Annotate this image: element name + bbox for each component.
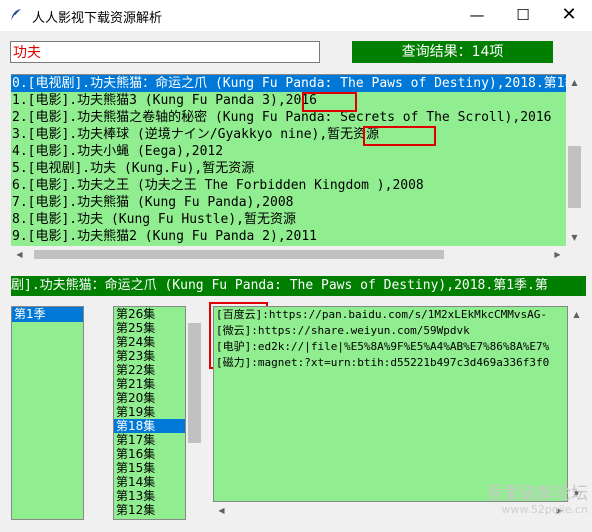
results-list[interactable]: 0.[电视剧].功夫熊猫：命运之爪 (Kung Fu Panda: The Pa… <box>11 74 566 247</box>
scroll-thumb[interactable] <box>568 146 581 208</box>
minimize-button[interactable]: — <box>454 0 500 31</box>
watermark-title: 吾爱破解论坛 <box>486 484 588 504</box>
scroll-thumb[interactable] <box>188 323 201 443</box>
episode-vertical-scrollbar[interactable] <box>186 306 203 520</box>
search-input[interactable] <box>10 41 320 63</box>
list-item[interactable]: 第12集 <box>114 503 185 517</box>
result-count-label: 查询结果：14项 <box>352 41 553 63</box>
list-item[interactable]: 1.[电影].功夫熊猫3 (Kung Fu Panda 3),2016 <box>11 92 566 109</box>
scroll-down-icon[interactable]: ▼ <box>566 229 583 246</box>
scroll-up-icon[interactable]: ▲ <box>566 74 583 91</box>
scroll-thumb[interactable] <box>34 250 444 259</box>
list-item[interactable]: 第14集 <box>114 475 185 489</box>
watermark: 吾爱破解论坛 www.52pojie.cn <box>470 484 588 516</box>
link-weiyun[interactable]: [微云]:https://share.weiyun.com/59Wpdvk <box>214 323 567 339</box>
list-item[interactable]: 9.[电影].功夫熊猫2 (Kung Fu Panda 2),2011 <box>11 228 566 245</box>
no-resource-highlight-box <box>363 126 436 146</box>
links-vertical-scrollbar[interactable]: ▲ ▼ <box>568 306 585 502</box>
scroll-right-icon[interactable]: ▶ <box>549 246 566 263</box>
list-item[interactable]: 第17集 <box>114 433 185 447</box>
list-item[interactable]: 7.[电影].功夫熊猫 (Kung Fu Panda),2008 <box>11 194 566 211</box>
list-item[interactable]: 4.[电影].功夫小蝇 (Eega),2012 <box>11 143 566 160</box>
title-bar: 人人影视下载资源解析 — ☐ ✕ <box>0 0 592 31</box>
scroll-up-icon[interactable]: ▲ <box>568 306 585 323</box>
selected-title-bar: 剧].功夫熊猫：命运之爪 (Kung Fu Panda: The Paws of… <box>11 276 586 296</box>
window-title: 人人影视下载资源解析 <box>32 11 163 26</box>
list-item[interactable]: 第19集 <box>114 405 185 419</box>
list-item[interactable]: 6.[电影].功夫之王 (功夫之王 The Forbidden Kingdom … <box>11 177 566 194</box>
link-magnet[interactable]: [磁力]:magnet:?xt=urn:btih:d55221b497c3d46… <box>214 355 567 371</box>
scroll-left-icon[interactable]: ◀ <box>213 502 230 519</box>
results-horizontal-scrollbar[interactable]: ◀ ▶ <box>11 246 566 263</box>
list-item[interactable]: 第21集 <box>114 377 185 391</box>
watermark-url: www.52pojie.cn <box>501 503 588 516</box>
download-links-text[interactable]: [百度云]:https://pan.baidu.com/s/1M2xLEkMkc… <box>213 306 568 502</box>
list-item[interactable]: 第13集 <box>114 489 185 503</box>
list-item[interactable]: 5.[电视剧].功夫 (Kung.Fu),暂无资源 <box>11 160 566 177</box>
list-item[interactable]: 第23集 <box>114 349 185 363</box>
link-baidu[interactable]: [百度云]:https://pan.baidu.com/s/1M2xLEkMkc… <box>214 307 567 323</box>
season-list[interactable]: 第1季 <box>11 306 84 520</box>
close-button[interactable]: ✕ <box>546 0 592 31</box>
episode-list[interactable]: 第26集 第25集 第24集 第23集 第22集 第21集 第20集 第19集 … <box>113 306 186 520</box>
link-ed2k[interactable]: [电驴]:ed2k://|file|%E5%8A%9F%E5%A4%AB%E7%… <box>214 339 567 355</box>
list-item[interactable]: 第15集 <box>114 461 185 475</box>
list-item[interactable]: 第16集 <box>114 447 185 461</box>
list-item[interactable]: 第22集 <box>114 363 185 377</box>
list-item[interactable]: 8.[电影].功夫 (Kung Fu Hustle),暂无资源 <box>11 211 566 228</box>
list-item[interactable]: 第25集 <box>114 321 185 335</box>
list-item[interactable]: 第1季 <box>12 307 83 322</box>
list-item[interactable]: 第26集 <box>114 307 185 321</box>
feather-icon <box>10 9 21 22</box>
year-highlight-box <box>302 92 357 112</box>
list-item[interactable]: 0.[电视剧].功夫熊猫：命运之爪 (Kung Fu Panda: The Pa… <box>11 75 566 92</box>
maximize-button[interactable]: ☐ <box>500 0 546 31</box>
results-vertical-scrollbar[interactable]: ▲ ▼ <box>566 74 583 246</box>
list-item[interactable]: 第20集 <box>114 391 185 405</box>
list-item[interactable]: 第18集 <box>114 419 185 433</box>
list-item[interactable]: 2.[电影].功夫熊猫之卷轴的秘密 (Kung Fu Panda: Secret… <box>11 109 566 126</box>
list-item[interactable]: 第24集 <box>114 335 185 349</box>
scroll-left-icon[interactable]: ◀ <box>11 246 28 263</box>
list-item[interactable]: 3.[电影].功夫棒球 (逆境ナイン/Gyakkyo nine),暂无资源 <box>11 126 566 143</box>
